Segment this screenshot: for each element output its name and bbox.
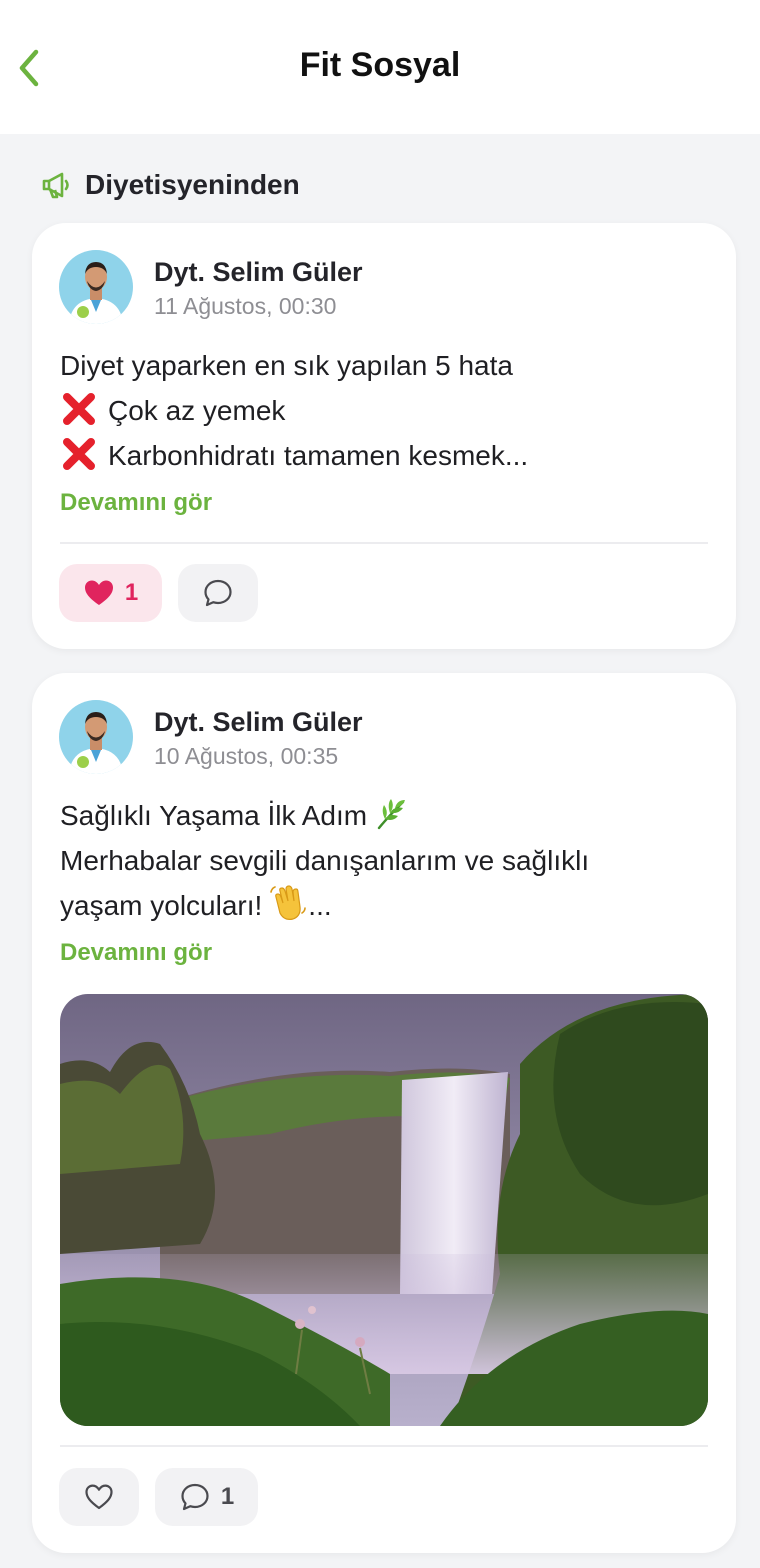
- author-photo: [59, 250, 133, 324]
- heart-filled-icon: [84, 580, 113, 605]
- post-line: Sağlıklı Yaşama İlk Adım: [60, 793, 710, 838]
- post-line-text: Sağlıklı Yaşama İlk Adım: [60, 800, 368, 831]
- cross-mark-icon: [63, 393, 95, 425]
- post-line: Karbonhidratı tamamen kesmek...: [60, 433, 710, 478]
- top-bar: Fit Sosyal: [0, 0, 760, 134]
- author-name[interactable]: Dyt. Selim Güler: [154, 707, 363, 738]
- comment-button[interactable]: [178, 564, 258, 622]
- post-line-text: Çok az yemek: [108, 395, 286, 426]
- author-name[interactable]: Dyt. Selim Güler: [154, 257, 363, 288]
- megaphone-icon: [42, 172, 69, 199]
- herb-icon: [377, 799, 406, 830]
- comment-count: 1: [220, 1483, 235, 1510]
- post-image[interactable]: [60, 994, 708, 1426]
- section-header: Diyetisyeninden: [40, 166, 300, 204]
- see-more-link[interactable]: Devamını gör: [60, 939, 212, 967]
- author-photo: [59, 700, 133, 774]
- avatar[interactable]: [59, 700, 133, 774]
- waving-hand-icon: [270, 885, 307, 920]
- post-line-text: yaşam yolcuları!: [60, 890, 263, 921]
- post-line: yaşam yolcuları! ...: [60, 883, 710, 928]
- post-card: Dyt. Selim Güler 11 Ağustos, 00:30 Diyet…: [32, 223, 736, 649]
- post-line: Merhabalar sevgili danışanlarım ve sağlı…: [60, 845, 590, 876]
- see-more-link[interactable]: Devamını gör: [60, 489, 212, 517]
- post-card: Dyt. Selim Güler 10 Ağustos, 00:35 Sağlı…: [32, 673, 736, 1553]
- speech-bubble-icon: [181, 1483, 209, 1511]
- post-line-text: Karbonhidratı tamamen kesmek...: [108, 440, 529, 471]
- like-count: 1: [124, 579, 139, 606]
- page-title: Fit Sosyal: [299, 46, 461, 84]
- post-line: Diyet yaparken en sık yapılan 5 hata: [60, 350, 513, 381]
- divider: [60, 1445, 708, 1447]
- section-title: Diyetisyeninden: [85, 169, 300, 200]
- cross-mark-icon: [63, 438, 95, 470]
- waterfall-photo: [60, 994, 708, 1426]
- avatar[interactable]: [59, 250, 133, 324]
- like-button[interactable]: 1: [59, 564, 162, 622]
- post-text: Diyet yaparken en sık yapılan 5 hata Çok…: [60, 343, 710, 478]
- comment-button[interactable]: 1: [155, 1468, 258, 1526]
- post-line-text: ...: [308, 890, 332, 921]
- speech-bubble-icon: [204, 579, 232, 607]
- post-date: 10 Ağustos, 00:35: [154, 743, 339, 769]
- heart-outline-icon: [85, 1484, 113, 1510]
- post-date: 11 Ağustos, 00:30: [154, 293, 337, 319]
- like-button[interactable]: [59, 1468, 139, 1526]
- post-line: Çok az yemek: [60, 388, 710, 433]
- post-text: Sağlıklı Yaşama İlk Adım Merhabalar sevg…: [60, 793, 710, 928]
- divider: [60, 542, 708, 544]
